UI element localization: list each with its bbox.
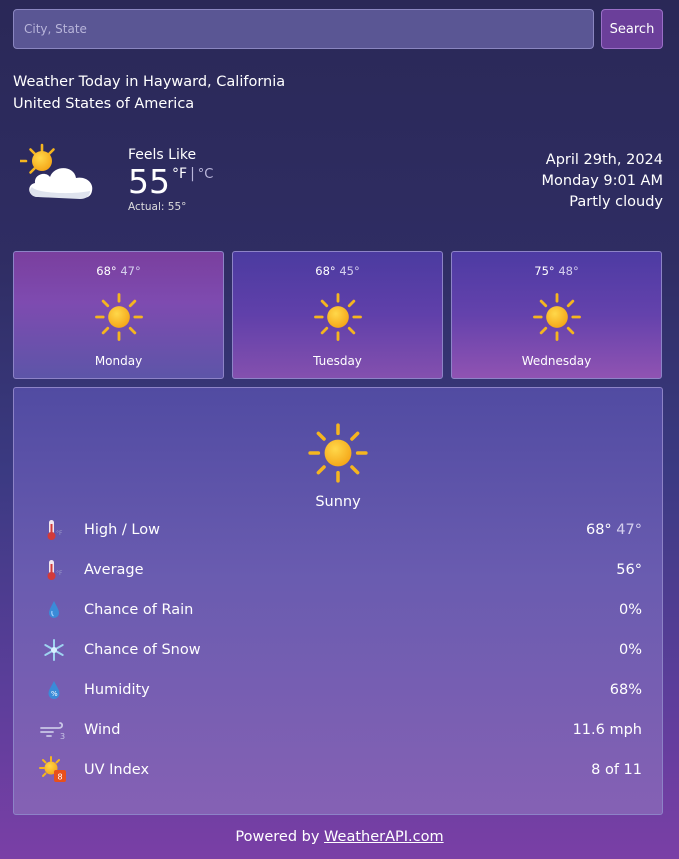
thermometer-icon: °F (39, 558, 69, 582)
location-heading: Weather Today in Hayward, California Uni… (13, 71, 285, 115)
footer: Powered by WeatherAPI.com (0, 829, 679, 845)
current-date: April 29th, 2024 (545, 152, 663, 168)
sun-icon (94, 292, 144, 342)
wind-icon-number: 3 (60, 732, 65, 741)
wind-icon: 3 (39, 718, 69, 742)
current-day: Monday (541, 173, 599, 189)
stat-value: 56° (616, 562, 642, 578)
stat-row-wind: 3 Wind 11.6 mph (39, 718, 642, 742)
uv-index-icon: 8 (39, 756, 69, 782)
forecast-card-tuesday[interactable]: 68° 45° Tuesday (232, 251, 443, 379)
current-condition: Partly cloudy (569, 194, 663, 210)
forecast-low: 48° (558, 264, 579, 278)
forecast-day: Tuesday (313, 354, 362, 368)
raindrop-icon (39, 598, 69, 622)
forecast-low: 45° (339, 264, 360, 278)
search-bar: Search (13, 9, 663, 49)
stat-row-high-low: °F High / Low 68° 47° (39, 518, 642, 542)
location-country: United States of America (13, 96, 195, 112)
stat-label: Chance of Rain (84, 602, 194, 618)
forecast-high: 68° (96, 264, 117, 278)
stat-label: Chance of Snow (84, 642, 201, 658)
actual-temperature: Actual: 55° (128, 201, 187, 213)
stat-label: Wind (84, 722, 121, 738)
stat-value: 11.6 mph (572, 722, 642, 738)
search-input[interactable] (13, 9, 594, 49)
stat-label: Average (84, 562, 144, 578)
current-time: 9:01 AM (603, 173, 663, 189)
stat-row-chance-of-snow: Chance of Snow 0% (39, 638, 642, 662)
day-detail-panel: Sunny °F High / Low 68° 47° °F Average 5… (13, 387, 663, 815)
thermometer-icon: °F (39, 518, 69, 542)
stat-label: High / Low (84, 522, 160, 538)
stat-row-average: °F Average 56° (39, 558, 642, 582)
stat-row-chance-of-rain: Chance of Rain 0% (39, 598, 642, 622)
stat-value: 0% (618, 642, 642, 658)
stat-label: Humidity (84, 682, 150, 698)
footer-prefix: Powered by (235, 829, 325, 845)
svg-text:°F: °F (56, 530, 63, 537)
detail-condition: Sunny (315, 494, 361, 510)
feels-like-block: Feels Like 55 °F | °C Actual: 55° (128, 147, 213, 213)
forecast-temps: 68° 47° (14, 264, 223, 278)
forecast-temps: 68° 45° (233, 264, 442, 278)
uv-badge-number: 8 (58, 773, 63, 782)
unit-fahrenheit[interactable]: °F (172, 166, 187, 182)
forecast-low: 47° (120, 264, 141, 278)
stat-label: UV Index (84, 762, 150, 778)
weatherapi-link[interactable]: WeatherAPI.com (324, 829, 444, 845)
current-temperature: 55 (128, 162, 170, 201)
svg-text:°F: °F (56, 570, 63, 577)
forecast-high: 68° (315, 264, 336, 278)
feels-like-label: Feels Like (128, 147, 197, 163)
sun-icon (532, 292, 582, 342)
forecast-day: Wednesday (521, 354, 592, 368)
sun-icon (307, 422, 369, 484)
svg-text:%: % (51, 690, 58, 698)
unit-separator: | (190, 166, 195, 182)
date-time-block: April 29th, 2024 Monday 9:01 AM Partly c… (542, 150, 663, 213)
search-button[interactable]: Search (601, 9, 663, 49)
forecast-day: Monday (94, 354, 143, 368)
stat-value: 0% (618, 602, 642, 618)
stat-row-uv-index: 8 UV Index 8 of 11 (39, 756, 642, 782)
humidity-icon: % (39, 678, 69, 702)
partly-cloudy-icon (18, 143, 100, 205)
stat-value-low: 47° (616, 522, 642, 538)
forecast-card-wednesday[interactable]: 75° 48° Wednesday (451, 251, 662, 379)
snowflake-icon (39, 638, 69, 662)
stat-value: 8 of 11 (591, 762, 642, 778)
location-city: Weather Today in Hayward, California (13, 74, 286, 90)
unit-celsius[interactable]: °C (198, 167, 214, 182)
stat-value: 68% (609, 682, 642, 698)
forecast-temps: 75° 48° (452, 264, 661, 278)
stat-value: 68° 47° (586, 522, 642, 538)
forecast-card-monday[interactable]: 68° 47° Monday (13, 251, 224, 379)
forecast-high: 75° (534, 264, 555, 278)
stat-row-humidity: % Humidity 68% (39, 678, 642, 702)
stat-value-high: 68° (585, 522, 612, 538)
sun-icon (313, 292, 363, 342)
